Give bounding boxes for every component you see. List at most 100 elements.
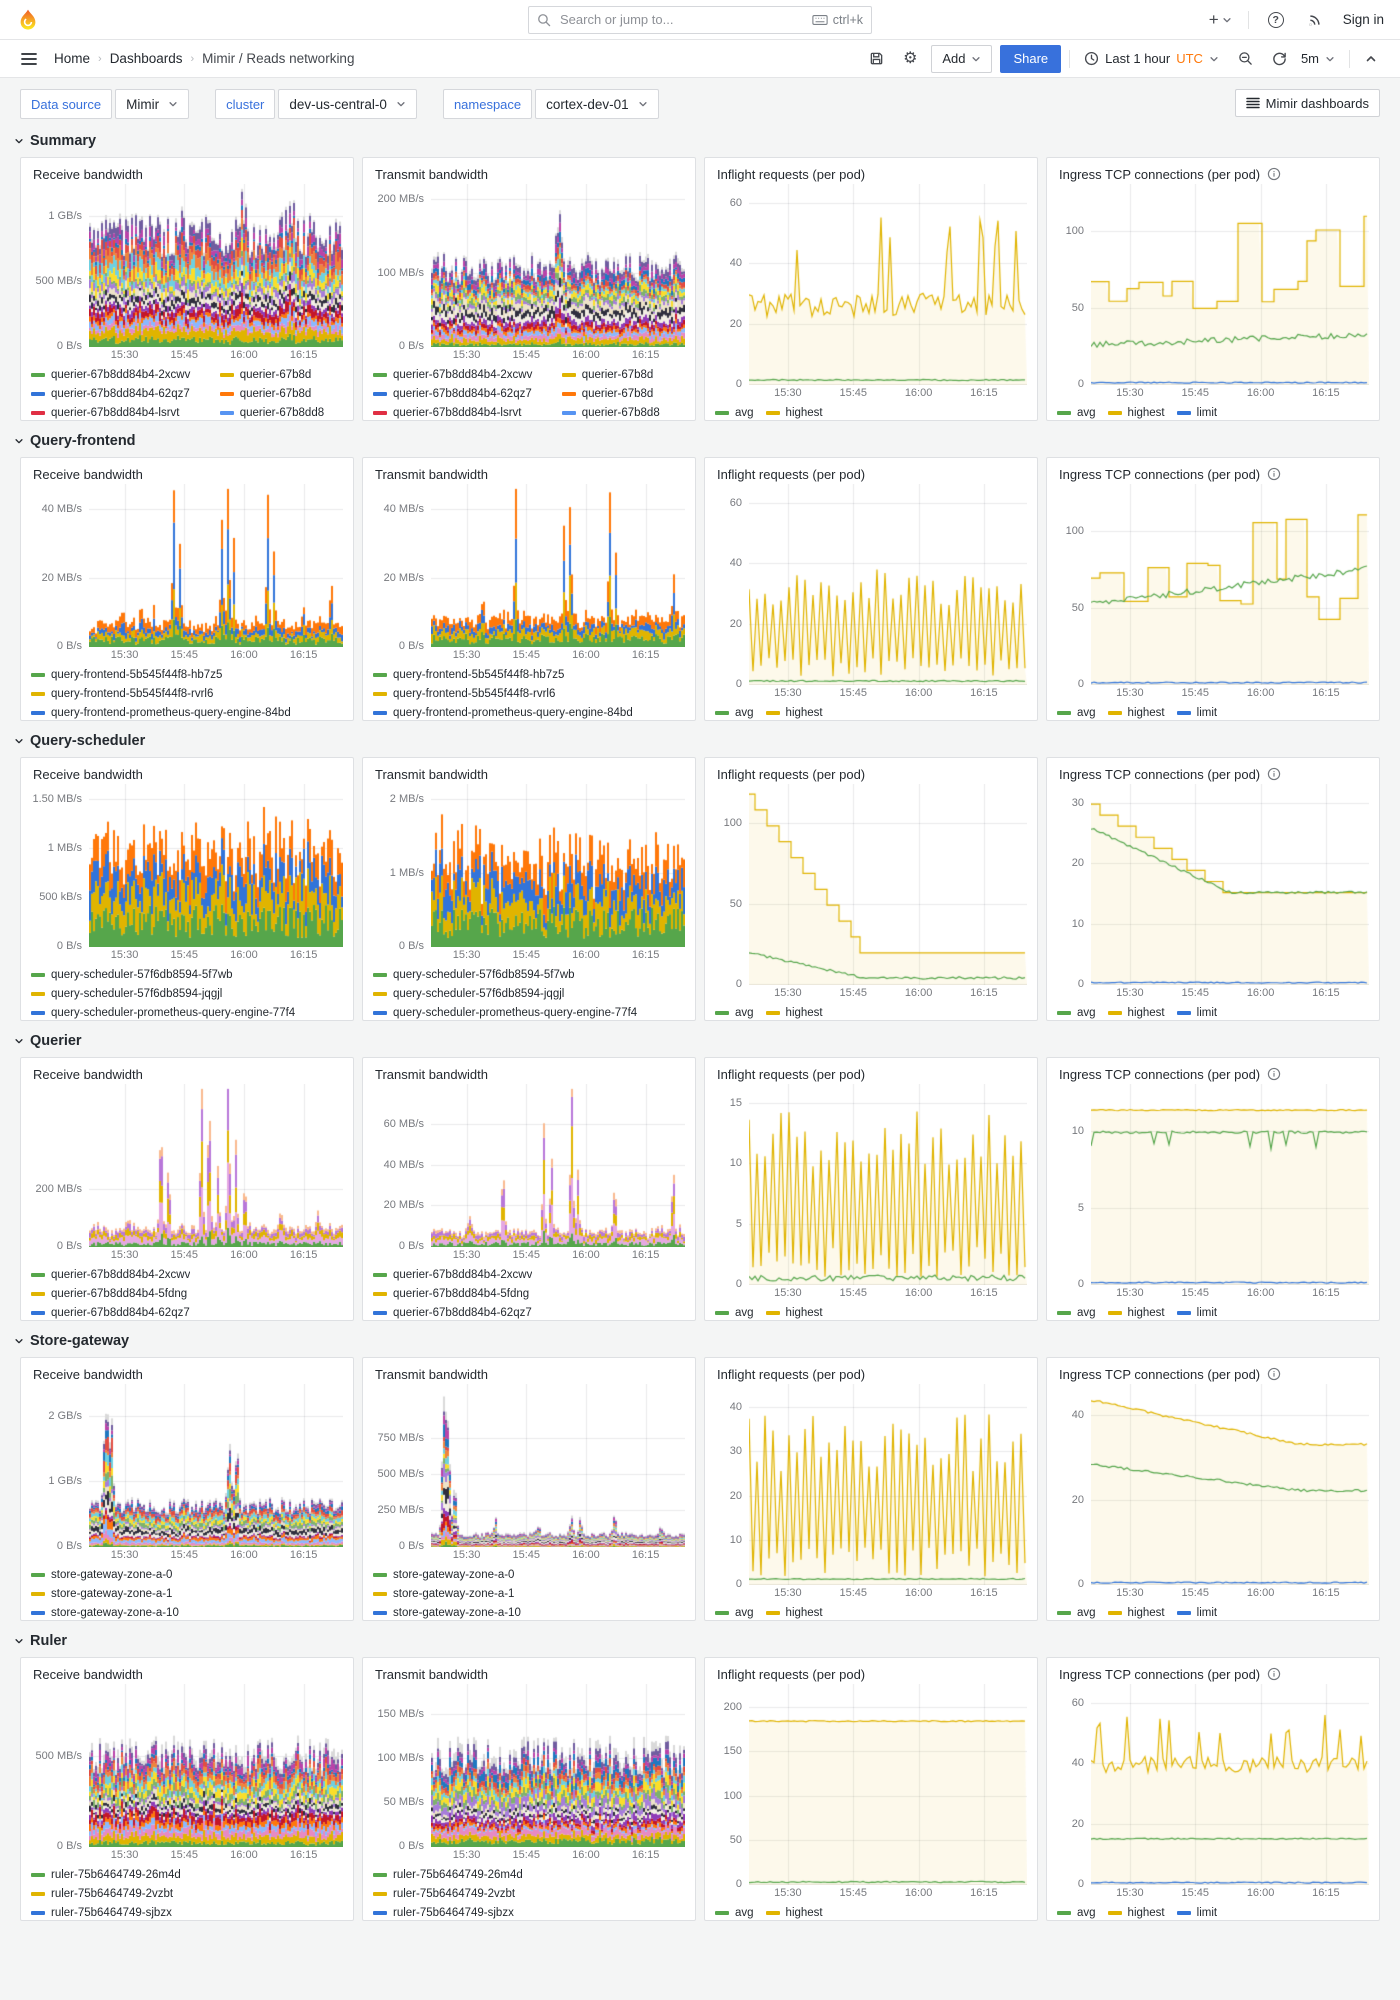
legend-item-avg[interactable]: avg <box>715 1007 754 1019</box>
chart-canvas[interactable] <box>749 484 1027 685</box>
legend-item-limit[interactable]: limit <box>1176 1007 1217 1019</box>
legend-item-limit[interactable]: limit <box>1176 1307 1217 1319</box>
panel-title[interactable]: Transmit bandwidth <box>375 1367 488 1382</box>
add-panel-button[interactable]: Add <box>931 44 993 73</box>
section-header-querier[interactable]: Querier <box>14 1031 1386 1051</box>
chart-canvas[interactable] <box>749 184 1027 385</box>
refresh-button[interactable] <box>1267 45 1293 73</box>
legend-item[interactable]: query-frontend-5b545f44f8-rvrl6 <box>373 688 555 700</box>
info-icon[interactable] <box>1267 1367 1281 1381</box>
legend-item[interactable]: querier-67b8dd84b4-2xcwv <box>373 369 548 381</box>
legend-item-avg[interactable]: avg <box>715 1607 754 1619</box>
variable-label[interactable]: namespace <box>442 89 533 119</box>
legend-item[interactable]: query-scheduler-57f6db8594-jqgjl <box>31 988 222 1000</box>
panel-title[interactable]: Inflight requests (per pod) <box>717 167 865 182</box>
chart-canvas[interactable] <box>1091 784 1369 985</box>
legend-item[interactable]: store-gateway-zone-a-10 <box>373 1607 521 1619</box>
info-icon[interactable] <box>1267 467 1281 481</box>
chart-canvas[interactable] <box>89 1384 343 1547</box>
legend-item-highest[interactable]: highest <box>1107 407 1165 419</box>
legend-item[interactable]: querier-67b8d <box>561 388 685 400</box>
chart-canvas[interactable] <box>1091 1684 1369 1885</box>
chart-canvas[interactable] <box>431 184 685 347</box>
chart-canvas[interactable] <box>89 1684 343 1847</box>
legend-item[interactable]: querier-67b8dd84b4-lsrvt <box>373 407 548 419</box>
chart-canvas[interactable] <box>431 1684 685 1847</box>
legend-item[interactable]: querier-67b8dd84b4-2xcwv <box>373 1269 532 1281</box>
variable-value-dropdown[interactable]: Mimir <box>115 89 190 119</box>
legend-item[interactable]: ruler-75b6464749-2vzbt <box>373 1888 515 1900</box>
legend-item[interactable]: ruler-75b6464749-2vzbt <box>31 1888 173 1900</box>
variable-label[interactable]: Data source <box>20 89 113 119</box>
variable-label[interactable]: cluster <box>215 89 276 119</box>
refresh-interval-picker[interactable]: 5m <box>1301 45 1341 73</box>
legend-item-avg[interactable]: avg <box>1057 707 1096 719</box>
legend-item[interactable]: querier-67b8d8 <box>561 407 685 419</box>
legend-item-avg[interactable]: avg <box>715 1907 754 1919</box>
chart-canvas[interactable] <box>89 784 343 947</box>
panel-title[interactable]: Inflight requests (per pod) <box>717 467 865 482</box>
legend-item[interactable]: query-frontend-5b545f44f8-hb7z5 <box>31 669 222 681</box>
section-header-query-scheduler[interactable]: Query-scheduler <box>14 731 1386 751</box>
legend-item-limit[interactable]: limit <box>1176 407 1217 419</box>
legend-item-highest[interactable]: highest <box>1107 1307 1165 1319</box>
save-dashboard-button[interactable] <box>863 45 889 73</box>
panel-title[interactable]: Receive bandwidth <box>33 1667 143 1682</box>
chart-canvas[interactable] <box>431 1084 685 1247</box>
chart-canvas[interactable] <box>431 784 685 947</box>
chart-canvas[interactable] <box>749 1084 1027 1285</box>
panel-title[interactable]: Ingress TCP connections (per pod) <box>1059 1367 1260 1382</box>
panel-title[interactable]: Inflight requests (per pod) <box>717 767 865 782</box>
chart-canvas[interactable] <box>749 1384 1027 1585</box>
legend-item-highest[interactable]: highest <box>1107 1907 1165 1919</box>
help-button[interactable]: ? <box>1263 6 1289 34</box>
legend-item[interactable]: querier-67b8dd8 <box>219 407 343 419</box>
panel-title[interactable]: Receive bandwidth <box>33 467 143 482</box>
legend-item[interactable]: querier-67b8dd84b4-2xcwv <box>31 369 206 381</box>
legend-item-avg[interactable]: avg <box>1057 407 1096 419</box>
legend-item[interactable]: query-scheduler-57f6db8594-jqgjl <box>373 988 564 1000</box>
mega-menu-button[interactable] <box>16 45 42 73</box>
legend-item[interactable]: querier-67b8dd84b4-lsrvt <box>31 407 206 419</box>
panel-title[interactable]: Inflight requests (per pod) <box>717 1367 865 1382</box>
legend-item[interactable]: query-frontend-5b545f44f8-rvrl6 <box>31 688 213 700</box>
grafana-logo[interactable] <box>16 8 40 32</box>
legend-item-highest[interactable]: highest <box>765 1607 823 1619</box>
legend-item[interactable]: query-scheduler-57f6db8594-5f7wb <box>31 969 233 981</box>
section-header-summary[interactable]: Summary <box>14 131 1386 151</box>
legend-item[interactable]: ruler-75b6464749-26m4d <box>31 1869 181 1881</box>
news-rss-button[interactable] <box>1303 6 1329 34</box>
panel-title[interactable]: Inflight requests (per pod) <box>717 1067 865 1082</box>
panel-title[interactable]: Transmit bandwidth <box>375 1067 488 1082</box>
legend-item-highest[interactable]: highest <box>1107 1007 1165 1019</box>
legend-item-limit[interactable]: limit <box>1176 1907 1217 1919</box>
legend-item-avg[interactable]: avg <box>715 707 754 719</box>
legend-item[interactable]: query-scheduler-prometheus-query-engine-… <box>373 1007 637 1019</box>
info-icon[interactable] <box>1267 1067 1281 1081</box>
panel-title[interactable]: Transmit bandwidth <box>375 167 488 182</box>
chart-canvas[interactable] <box>89 184 343 347</box>
legend-item-highest[interactable]: highest <box>765 1907 823 1919</box>
legend-item-avg[interactable]: avg <box>1057 1907 1096 1919</box>
legend-item-avg[interactable]: avg <box>715 1307 754 1319</box>
legend-item-avg[interactable]: avg <box>1057 1007 1096 1019</box>
legend-item-limit[interactable]: limit <box>1176 707 1217 719</box>
legend-item[interactable]: querier-67b8dd84b4-5fdng <box>373 1288 529 1300</box>
legend-item[interactable]: store-gateway-zone-a-10 <box>31 1607 179 1619</box>
chart-canvas[interactable] <box>89 484 343 647</box>
legend-item-highest[interactable]: highest <box>765 707 823 719</box>
legend-item-highest[interactable]: highest <box>1107 1607 1165 1619</box>
info-icon[interactable] <box>1267 167 1281 181</box>
legend-item[interactable]: querier-67b8d <box>561 369 685 381</box>
legend-item-avg[interactable]: avg <box>1057 1607 1096 1619</box>
legend-item[interactable]: ruler-75b6464749-26m4d <box>373 1869 523 1881</box>
panel-title[interactable]: Ingress TCP connections (per pod) <box>1059 1067 1260 1082</box>
chart-canvas[interactable] <box>1091 1384 1369 1585</box>
panel-title[interactable]: Ingress TCP connections (per pod) <box>1059 1667 1260 1682</box>
dashboard-settings-button[interactable]: ⚙ <box>897 45 923 73</box>
panel-title[interactable]: Transmit bandwidth <box>375 1667 488 1682</box>
legend-item[interactable]: store-gateway-zone-a-0 <box>31 1569 172 1581</box>
legend-item-highest[interactable]: highest <box>765 407 823 419</box>
legend-item[interactable]: querier-67b8d <box>219 369 343 381</box>
chart-canvas[interactable] <box>89 1084 343 1247</box>
